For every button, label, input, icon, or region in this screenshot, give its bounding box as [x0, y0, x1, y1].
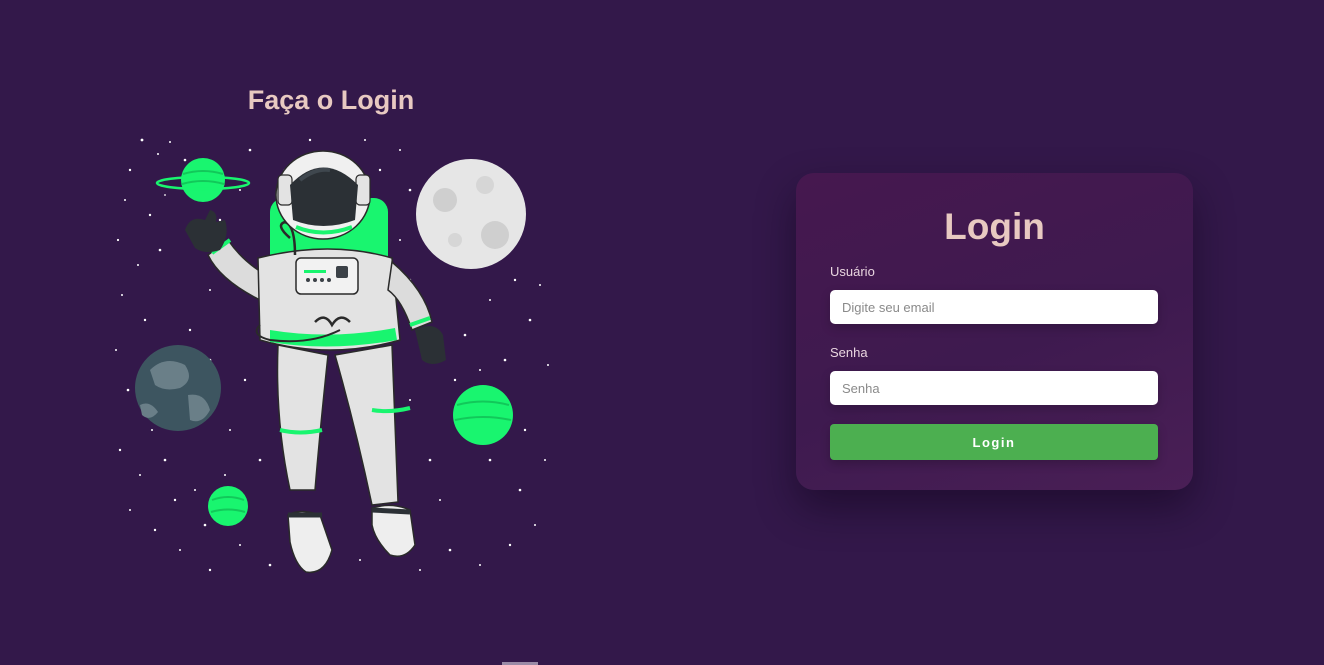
small-green-planet-icon [208, 486, 248, 526]
page-title: Faça o Login [247, 85, 415, 115]
astronaut-illustration [115, 138, 549, 574]
login-button[interactable]: Login [830, 424, 1158, 460]
login-card: Login Usuário Senha Login [796, 173, 1193, 490]
username-label: Usuário [830, 264, 875, 279]
moon-icon [416, 159, 526, 269]
login-title: Login [944, 206, 1045, 247]
ringed-planet-icon [155, 158, 251, 202]
login-page: Faça o Login Login Usuário Digite seu em… [0, 0, 1324, 665]
username-input[interactable] [830, 290, 1158, 324]
password-label: Senha [830, 345, 868, 360]
earth-planet-icon [135, 345, 221, 431]
password-input[interactable] [830, 371, 1158, 405]
green-planet-icon [453, 385, 513, 445]
